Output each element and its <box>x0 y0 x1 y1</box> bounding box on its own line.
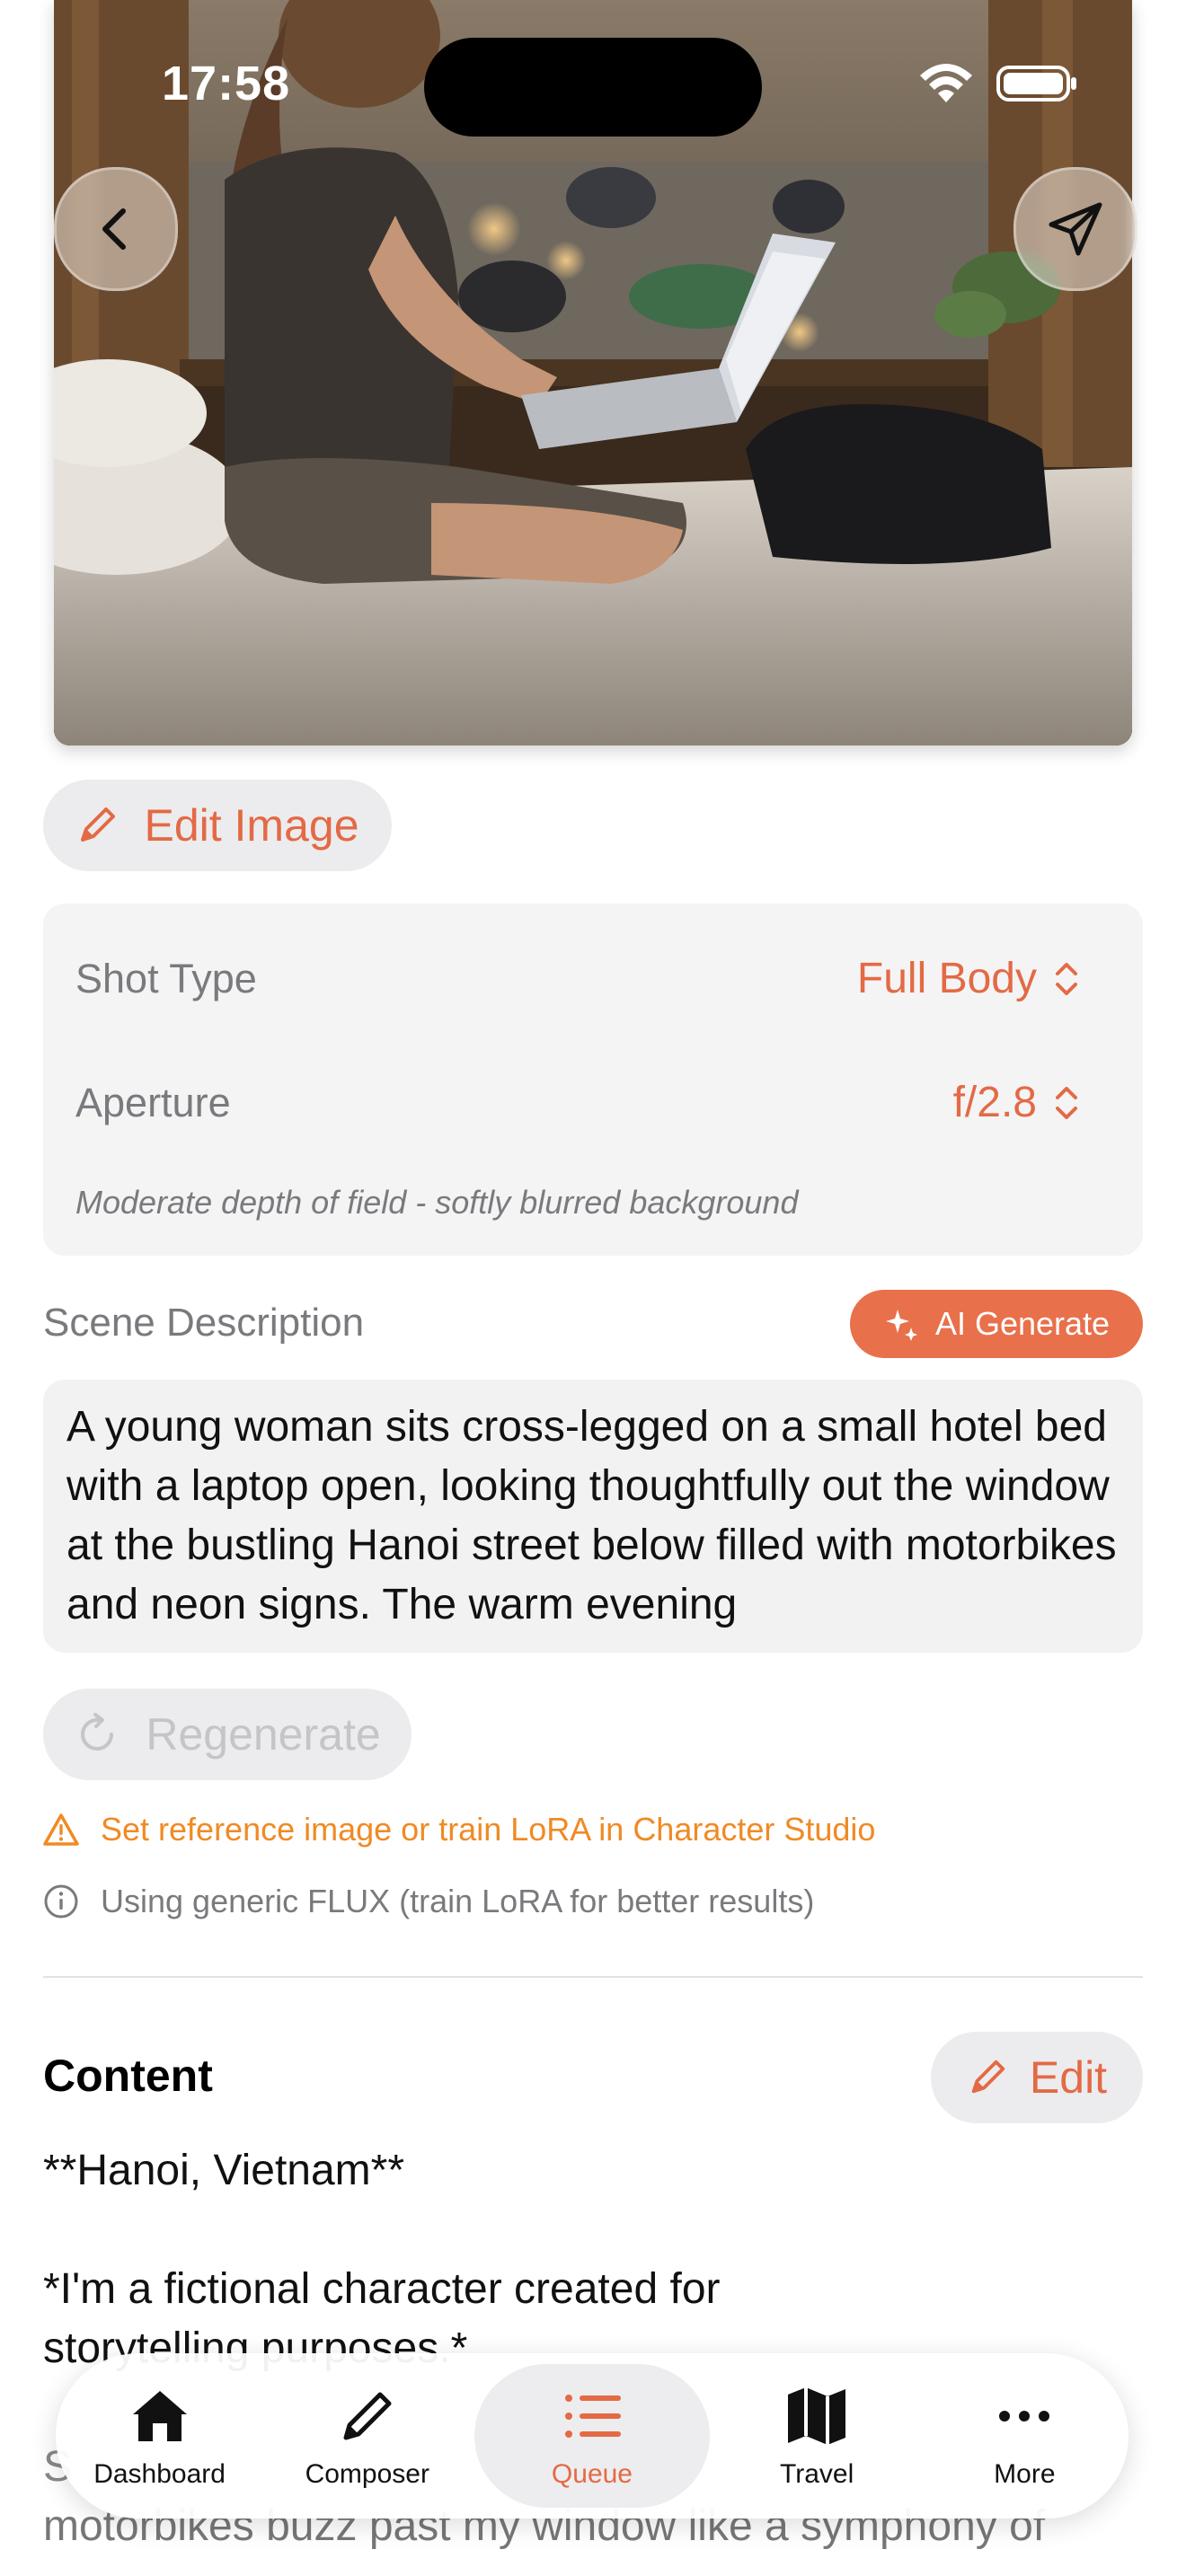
map-icon <box>788 2387 846 2445</box>
tab-label: Composer <box>305 2459 429 2489</box>
edit-image-button[interactable]: Edit Image <box>43 780 392 871</box>
battery-icon <box>996 66 1076 101</box>
tab-travel[interactable]: Travel <box>716 2364 917 2508</box>
flux-info: Using generic FLUX (train LoRA for bette… <box>43 1883 814 1920</box>
wifi-icon <box>920 64 972 102</box>
lora-warning: Set reference image or train LoRA in Cha… <box>43 1811 875 1848</box>
status-time: 17:58 <box>162 57 291 110</box>
tab-bar: Dashboard Composer Queue Travel More <box>56 2353 1128 2519</box>
tab-queue[interactable]: Queue <box>474 2364 710 2508</box>
chevron-up-down-icon <box>1056 962 1077 995</box>
scene-description-label: Scene Description <box>43 1301 365 1345</box>
ellipsis-icon <box>999 2411 1050 2422</box>
pencil-icon <box>343 2392 392 2440</box>
pencil-icon <box>971 2060 1005 2094</box>
tab-label: More <box>994 2459 1056 2489</box>
content-edit-label: Edit <box>1029 2052 1108 2103</box>
tab-composer[interactable]: Composer <box>267 2364 468 2508</box>
tab-label: Queue <box>551 2459 633 2489</box>
lora-warning-text: Set reference image or train LoRA in Cha… <box>101 1811 876 1848</box>
edit-image-label: Edit Image <box>144 800 359 851</box>
scene-description-text: A young woman sits cross-legged on a sma… <box>66 1403 1117 1628</box>
content-title: Content <box>43 2051 213 2101</box>
chevron-left-icon <box>102 208 126 250</box>
paper-plane-icon <box>1049 202 1102 256</box>
warning-icon <box>43 1813 79 1846</box>
aperture-value: f/2.8 <box>952 1079 1037 1126</box>
tab-more[interactable]: More <box>924 2364 1125 2508</box>
house-icon <box>132 2391 187 2441</box>
shot-type-label: Shot Type <box>75 956 257 1001</box>
dynamic-island <box>424 38 762 137</box>
tab-dashboard[interactable]: Dashboard <box>59 2364 261 2508</box>
shot-type-picker[interactable]: Full Body <box>857 954 1080 1003</box>
camera-settings-card: Shot Type Full Body Aperture f/2.8 Moder… <box>43 904 1143 1256</box>
content-line: **Hanoi, Vietnam** <box>43 2147 405 2194</box>
aperture-label: Aperture <box>75 1080 231 1125</box>
flux-info-text: Using generic FLUX (train LoRA for bette… <box>101 1883 815 1919</box>
tab-label: Travel <box>780 2459 854 2489</box>
list-icon <box>564 2395 621 2438</box>
aperture-picker[interactable]: f/2.8 <box>953 1078 1080 1127</box>
tab-label: Dashboard <box>93 2459 226 2489</box>
content-edit-button[interactable]: Edit <box>931 2032 1143 2123</box>
shot-type-value: Full Body <box>856 955 1037 1002</box>
info-icon <box>44 1884 78 1919</box>
regenerate-button[interactable]: Regenerate <box>43 1689 412 1780</box>
chevron-up-down-icon <box>1056 1086 1077 1119</box>
aperture-hint: Moderate depth of field - softly blurred… <box>75 1184 799 1221</box>
ai-generate-button[interactable]: AI Generate <box>850 1290 1143 1358</box>
sparkles-icon <box>885 1310 917 1341</box>
regenerate-label: Regenerate <box>146 1709 381 1760</box>
refresh-icon <box>81 1713 114 1751</box>
ai-generate-label: AI Generate <box>934 1305 1111 1342</box>
divider <box>43 1976 1143 1978</box>
pencil-icon <box>81 807 116 842</box>
share-button[interactable] <box>1013 167 1137 291</box>
back-button[interactable] <box>54 167 178 291</box>
status-icons <box>918 63 1078 104</box>
scene-description-field[interactable]: A young woman sits cross-legged on a sma… <box>43 1380 1143 1653</box>
